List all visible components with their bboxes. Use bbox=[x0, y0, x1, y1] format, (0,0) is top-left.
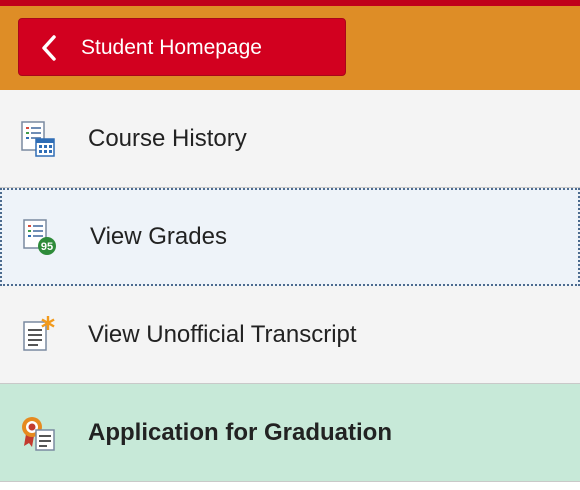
student-homepage-back-button[interactable]: Student Homepage bbox=[18, 18, 346, 76]
chevron-left-icon bbox=[41, 35, 57, 66]
graduation-icon bbox=[20, 414, 56, 452]
student-center-panel: Student Homepage Course History 95 View … bbox=[0, 0, 580, 490]
transcript-icon bbox=[20, 316, 56, 354]
back-button-label: Student Homepage bbox=[81, 36, 262, 59]
sidebar-item-label: Application for Graduation bbox=[88, 419, 392, 446]
course-history-icon bbox=[20, 120, 56, 158]
sidebar-item-view-unofficial-transcript[interactable]: View Unofficial Transcript bbox=[0, 286, 580, 384]
grade-badge: 95 bbox=[41, 241, 53, 253]
sidebar-item-label: Course History bbox=[88, 125, 247, 152]
grades-icon: 95 bbox=[22, 218, 58, 256]
header-bar: Student Homepage bbox=[0, 6, 580, 90]
sidebar-item-course-history[interactable]: Course History bbox=[0, 90, 580, 188]
sidebar-item-label: View Unofficial Transcript bbox=[88, 321, 357, 348]
sidebar-item-view-grades[interactable]: 95 View Grades bbox=[0, 188, 580, 286]
sidebar-item-application-for-graduation[interactable]: Application for Graduation bbox=[0, 384, 580, 482]
sidebar-item-label: View Grades bbox=[90, 223, 227, 250]
